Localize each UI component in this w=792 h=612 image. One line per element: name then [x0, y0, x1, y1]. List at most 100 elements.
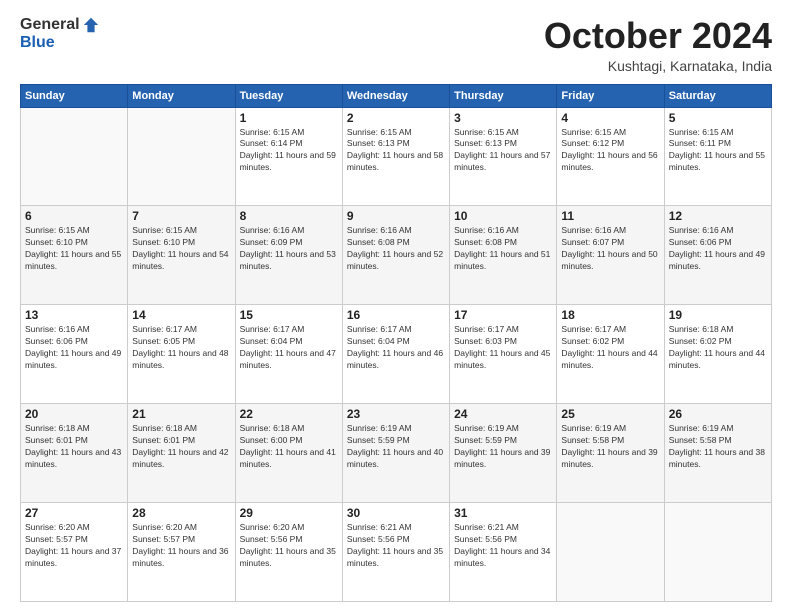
calendar-cell: 26Sunrise: 6:19 AMSunset: 5:58 PMDayligh… — [664, 404, 771, 503]
calendar-cell: 6 Sunrise: 6:15 AMSunset: 6:10 PMDaylight… — [21, 206, 128, 305]
calendar-cell — [664, 503, 771, 602]
day-info: Sunrise: 6:15 AMSunset: 6:10 PMDaylight:… — [132, 225, 230, 273]
calendar-cell: 21 Sunrise: 6:18 AMSunset: 6:01 PMDayligh… — [128, 404, 235, 503]
calendar-cell: 14 Sunrise: 6:17 AMSunset: 6:05 PMDayligh… — [128, 305, 235, 404]
day-info: Sunrise: 6:16 AMSunset: 6:08 PMDaylight:… — [347, 225, 445, 273]
col-thursday: Thursday — [450, 84, 557, 107]
day-info: Sunrise: 6:17 AMSunset: 6:02 PMDaylight:… — [561, 324, 659, 372]
calendar-cell: 25 Sunrise: 6:19 AMSunset: 5:58 PMDayligh… — [557, 404, 664, 503]
day-info: Sunrise: 6:17 AMSunset: 6:04 PMDaylight:… — [240, 324, 338, 372]
day-number: 3 — [454, 111, 552, 125]
calendar-cell: 15 Sunrise: 6:17 AMSunset: 6:04 PMDayligh… — [235, 305, 342, 404]
day-info: Sunrise: 6:15 AMSunset: 6:13 PMDaylight:… — [347, 127, 445, 175]
header: General Blue October 2024 Kushtagi, Karn… — [20, 16, 772, 74]
day-number: 5 — [669, 111, 767, 125]
day-number: 14 — [132, 308, 230, 322]
table-row: 6 Sunrise: 6:15 AMSunset: 6:10 PMDaylight… — [21, 206, 772, 305]
calendar-cell — [557, 503, 664, 602]
calendar-cell: 13Sunrise: 6:16 AMSunset: 6:06 PMDayligh… — [21, 305, 128, 404]
day-info: Sunrise: 6:18 AMSunset: 6:01 PMDaylight:… — [25, 423, 123, 471]
day-number: 1 — [240, 111, 338, 125]
calendar-cell: 5 Sunrise: 6:15 AMSunset: 6:11 PMDaylight… — [664, 107, 771, 206]
col-friday: Friday — [557, 84, 664, 107]
day-info: Sunrise: 6:15 AMSunset: 6:14 PMDaylight:… — [240, 127, 338, 175]
day-number: 27 — [25, 506, 123, 520]
day-info: Sunrise: 6:18 AMSunset: 6:00 PMDaylight:… — [240, 423, 338, 471]
calendar-header-row: Sunday Monday Tuesday Wednesday Thursday… — [21, 84, 772, 107]
day-number: 23 — [347, 407, 445, 421]
day-number: 20 — [25, 407, 123, 421]
calendar-cell: 3 Sunrise: 6:15 AMSunset: 6:13 PMDaylight… — [450, 107, 557, 206]
day-info: Sunrise: 6:18 AMSunset: 6:01 PMDaylight:… — [132, 423, 230, 471]
day-info: Sunrise: 6:19 AMSunset: 5:58 PMDaylight:… — [561, 423, 659, 471]
calendar-cell: 30 Sunrise: 6:21 AMSunset: 5:56 PMDayligh… — [342, 503, 449, 602]
day-number: 7 — [132, 209, 230, 223]
calendar-cell: 10 Sunrise: 6:16 AMSunset: 6:08 PMDayligh… — [450, 206, 557, 305]
calendar-cell — [128, 107, 235, 206]
day-info: Sunrise: 6:20 AMSunset: 5:56 PMDaylight:… — [240, 522, 338, 570]
calendar-cell: 12 Sunrise: 6:16 AMSunset: 6:06 PMDayligh… — [664, 206, 771, 305]
day-number: 16 — [347, 308, 445, 322]
day-info: Sunrise: 6:20 AMSunset: 5:57 PMDaylight:… — [25, 522, 123, 570]
title-section: October 2024 Kushtagi, Karnataka, India — [544, 16, 772, 74]
day-info: Sunrise: 6:16 AMSunset: 6:06 PMDaylight:… — [25, 324, 123, 372]
day-number: 6 — [25, 209, 123, 223]
day-number: 25 — [561, 407, 659, 421]
table-row: 1 Sunrise: 6:15 AMSunset: 6:14 PMDaylight… — [21, 107, 772, 206]
calendar-cell: 9 Sunrise: 6:16 AMSunset: 6:08 PMDaylight… — [342, 206, 449, 305]
day-info: Sunrise: 6:17 AMSunset: 6:03 PMDaylight:… — [454, 324, 552, 372]
day-info: Sunrise: 6:21 AMSunset: 5:56 PMDaylight:… — [454, 522, 552, 570]
calendar-cell: 16 Sunrise: 6:17 AMSunset: 6:04 PMDayligh… — [342, 305, 449, 404]
day-number: 15 — [240, 308, 338, 322]
day-number: 31 — [454, 506, 552, 520]
day-number: 9 — [347, 209, 445, 223]
table-row: 20 Sunrise: 6:18 AMSunset: 6:01 PMDayligh… — [21, 404, 772, 503]
day-number: 11 — [561, 209, 659, 223]
day-info: Sunrise: 6:21 AMSunset: 5:56 PMDaylight:… — [347, 522, 445, 570]
day-number: 21 — [132, 407, 230, 421]
day-info: Sunrise: 6:16 AMSunset: 6:08 PMDaylight:… — [454, 225, 552, 273]
day-info: Sunrise: 6:17 AMSunset: 6:05 PMDaylight:… — [132, 324, 230, 372]
day-number: 29 — [240, 506, 338, 520]
month-title: October 2024 — [544, 16, 772, 56]
day-info: Sunrise: 6:15 AMSunset: 6:10 PMDaylight:… — [25, 225, 123, 273]
calendar-cell: 2 Sunrise: 6:15 AMSunset: 6:13 PMDaylight… — [342, 107, 449, 206]
day-number: 2 — [347, 111, 445, 125]
calendar-cell: 19 Sunrise: 6:18 AMSunset: 6:02 PMDayligh… — [664, 305, 771, 404]
col-wednesday: Wednesday — [342, 84, 449, 107]
day-number: 18 — [561, 308, 659, 322]
day-info: Sunrise: 6:19 AMSunset: 5:59 PMDaylight:… — [454, 423, 552, 471]
table-row: 13Sunrise: 6:16 AMSunset: 6:06 PMDayligh… — [21, 305, 772, 404]
day-number: 19 — [669, 308, 767, 322]
day-info: Sunrise: 6:16 AMSunset: 6:07 PMDaylight:… — [561, 225, 659, 273]
day-number: 4 — [561, 111, 659, 125]
calendar-cell: 27 Sunrise: 6:20 AMSunset: 5:57 PMDayligh… — [21, 503, 128, 602]
day-info: Sunrise: 6:15 AMSunset: 6:13 PMDaylight:… — [454, 127, 552, 175]
calendar-cell: 1 Sunrise: 6:15 AMSunset: 6:14 PMDaylight… — [235, 107, 342, 206]
day-info: Sunrise: 6:20 AMSunset: 5:57 PMDaylight:… — [132, 522, 230, 570]
day-number: 30 — [347, 506, 445, 520]
calendar-cell: 31 Sunrise: 6:21 AMSunset: 5:56 PMDayligh… — [450, 503, 557, 602]
calendar-table: Sunday Monday Tuesday Wednesday Thursday… — [20, 84, 772, 602]
calendar-cell: 20 Sunrise: 6:18 AMSunset: 6:01 PMDayligh… — [21, 404, 128, 503]
location: Kushtagi, Karnataka, India — [544, 58, 772, 74]
day-info: Sunrise: 6:16 AMSunset: 6:06 PMDaylight:… — [669, 225, 767, 273]
calendar-cell: 17 Sunrise: 6:17 AMSunset: 6:03 PMDayligh… — [450, 305, 557, 404]
calendar-cell: 29 Sunrise: 6:20 AMSunset: 5:56 PMDayligh… — [235, 503, 342, 602]
calendar-cell — [21, 107, 128, 206]
day-number: 12 — [669, 209, 767, 223]
logo: General Blue — [20, 16, 100, 52]
col-monday: Monday — [128, 84, 235, 107]
day-info: Sunrise: 6:17 AMSunset: 6:04 PMDaylight:… — [347, 324, 445, 372]
logo-blue-text: Blue — [20, 34, 55, 51]
calendar-cell: 7 Sunrise: 6:15 AMSunset: 6:10 PMDaylight… — [128, 206, 235, 305]
day-number: 17 — [454, 308, 552, 322]
day-info: Sunrise: 6:15 AMSunset: 6:11 PMDaylight:… — [669, 127, 767, 175]
calendar-cell: 18 Sunrise: 6:17 AMSunset: 6:02 PMDayligh… — [557, 305, 664, 404]
calendar-cell: 23Sunrise: 6:19 AMSunset: 5:59 PMDayligh… — [342, 404, 449, 503]
day-info: Sunrise: 6:18 AMSunset: 6:02 PMDaylight:… — [669, 324, 767, 372]
day-number: 8 — [240, 209, 338, 223]
logo-general-text: General — [20, 16, 80, 34]
day-number: 10 — [454, 209, 552, 223]
day-number: 24 — [454, 407, 552, 421]
